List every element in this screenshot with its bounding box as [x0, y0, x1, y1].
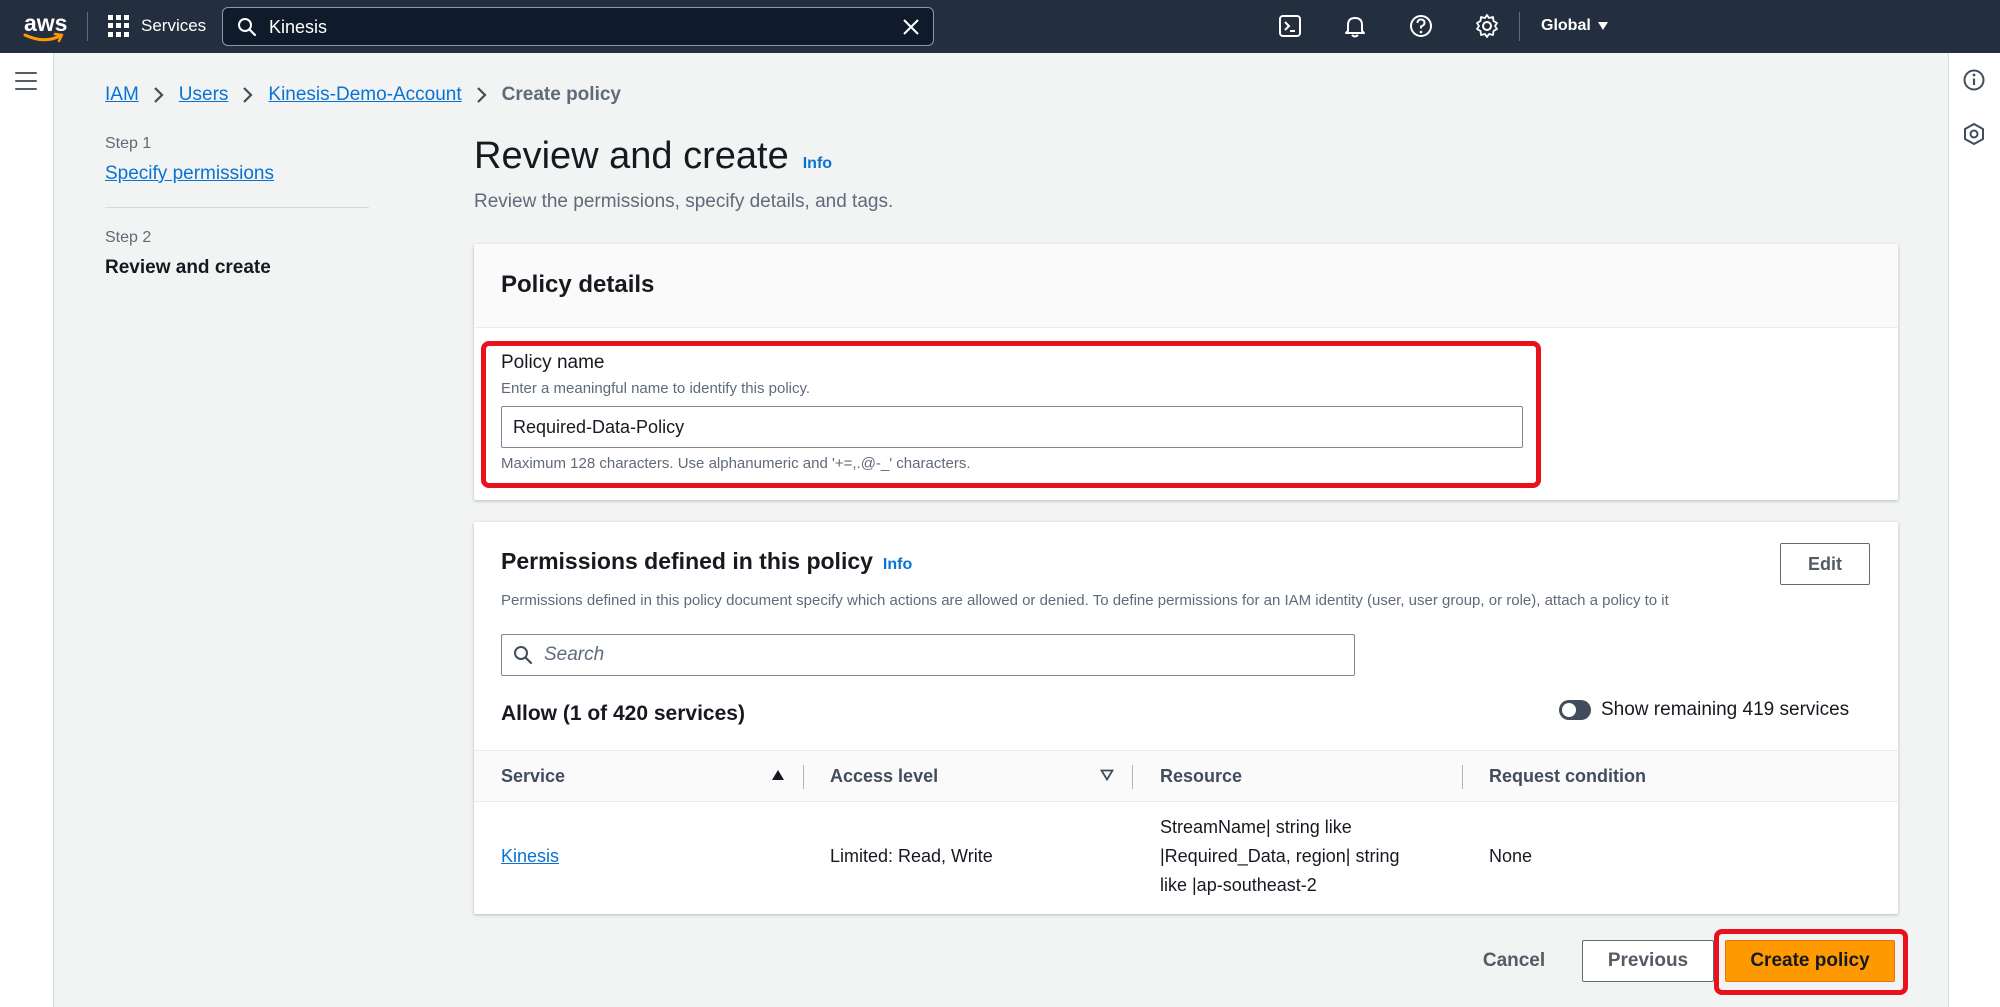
- breadcrumb-account[interactable]: Kinesis-Demo-Account: [268, 84, 461, 106]
- service-cell: Kinesis: [501, 842, 559, 871]
- policy-details-header: Policy details: [474, 244, 1898, 328]
- step-divider: [105, 207, 369, 208]
- toggle-label: Show remaining 419 services: [1601, 699, 1850, 720]
- page-subtitle: Review the permissions, specify details,…: [474, 191, 894, 212]
- service-link-kinesis[interactable]: Kinesis: [501, 846, 559, 866]
- resource-line: like |ap-southeast-2: [1160, 875, 1317, 895]
- services-menu-button[interactable]: Services: [108, 15, 206, 37]
- side-navigation-rail: [0, 53, 54, 1007]
- resource-line: |Required_Data, region| string: [1160, 846, 1400, 866]
- show-remaining-toggle[interactable]: Show remaining 419 services: [1559, 699, 1849, 721]
- wizard-steps: Step 1 Specify permissions Step 2 Review…: [105, 135, 369, 279]
- cloudshell-icon[interactable]: [1277, 13, 1303, 39]
- column-divider: [803, 765, 804, 789]
- cancel-button[interactable]: Cancel: [1466, 940, 1562, 982]
- column-header-resource[interactable]: Resource: [1160, 766, 1242, 787]
- page-title: Review and create Info: [474, 135, 832, 178]
- grid-menu-icon: [108, 15, 130, 37]
- column-divider: [1132, 765, 1133, 789]
- step-specify-permissions-link[interactable]: Specify permissions: [105, 163, 369, 185]
- breadcrumb-users[interactable]: Users: [179, 84, 229, 106]
- permissions-search-input[interactable]: [544, 639, 1334, 671]
- step-1-label: Step 1: [105, 135, 152, 152]
- sort-icon[interactable]: [1100, 769, 1114, 781]
- region-label: Global: [1541, 17, 1591, 34]
- info-link[interactable]: Info: [883, 556, 912, 574]
- permissions-description: Permissions defined in this policy docum…: [501, 592, 1669, 609]
- highlight-box-create-policy: [1714, 929, 1908, 995]
- column-divider: [1462, 765, 1463, 789]
- info-link[interactable]: Info: [803, 155, 832, 173]
- search-icon: [238, 18, 257, 37]
- page-title-text: Review and create: [474, 135, 789, 177]
- previous-button[interactable]: Previous: [1582, 940, 1714, 982]
- aws-logo[interactable]: aws: [22, 8, 67, 44]
- caret-down-icon: [1597, 22, 1608, 30]
- nav-divider: [87, 12, 88, 41]
- permissions-search-field[interactable]: [501, 634, 1355, 676]
- chevron-right-icon: [153, 86, 165, 104]
- highlight-box-policy-name: [481, 341, 1541, 488]
- allow-summary: Allow (1 of 420 services): [501, 702, 745, 725]
- resource-line: StreamName| string like: [1160, 817, 1352, 837]
- toggle-switch[interactable]: [1559, 700, 1591, 720]
- resource-cell: StreamName| string like |Required_Data, …: [1160, 813, 1430, 900]
- bell-icon[interactable]: [1342, 13, 1368, 39]
- tools-rail: [1948, 53, 2000, 1007]
- breadcrumb: IAM Users Kinesis-Demo-Account Create po…: [105, 84, 621, 106]
- permissions-heading-text: Permissions defined in this policy: [501, 548, 873, 574]
- search-icon: [514, 646, 533, 665]
- permissions-heading: Permissions defined in this policy Info: [501, 548, 912, 575]
- access-level-cell: Limited: Read, Write: [830, 846, 993, 866]
- chevron-right-icon: [476, 86, 488, 104]
- breadcrumb-iam[interactable]: IAM: [105, 84, 139, 106]
- region-selector[interactable]: Global: [1541, 17, 1609, 35]
- step-2-label: Step 2: [105, 229, 152, 246]
- step-review-current: Review and create: [105, 257, 271, 278]
- info-panel-icon[interactable]: [1962, 68, 1986, 92]
- settings-icon[interactable]: [1474, 13, 1500, 39]
- aws-smile-icon: [23, 32, 64, 43]
- permissions-container: Permissions defined in this policy Info …: [474, 522, 1898, 914]
- services-label: Services: [141, 16, 207, 35]
- breadcrumb-current: Create policy: [501, 84, 621, 105]
- global-search-input[interactable]: Kinesis: [222, 7, 934, 46]
- column-header-request-condition[interactable]: Request condition: [1489, 766, 1646, 787]
- table-header: Service Access level Resource Request co…: [474, 750, 1898, 802]
- help-icon[interactable]: [1408, 13, 1434, 39]
- sort-ascending-icon[interactable]: [771, 769, 785, 781]
- nav-divider: [1519, 12, 1520, 41]
- column-header-access-level[interactable]: Access level: [830, 766, 938, 787]
- clear-search-icon[interactable]: [901, 17, 921, 37]
- search-value: Kinesis: [269, 17, 328, 37]
- top-navigation-bar: aws Services Kinesis Global: [0, 0, 2000, 53]
- security-hexagon-icon[interactable]: [1962, 122, 1986, 146]
- request-condition-cell: None: [1489, 846, 1533, 866]
- column-header-service[interactable]: Service: [501, 766, 565, 787]
- policy-details-heading: Policy details: [501, 271, 655, 298]
- menu-icon[interactable]: [15, 72, 37, 96]
- edit-button[interactable]: Edit: [1780, 543, 1870, 585]
- chevron-right-icon: [242, 86, 254, 104]
